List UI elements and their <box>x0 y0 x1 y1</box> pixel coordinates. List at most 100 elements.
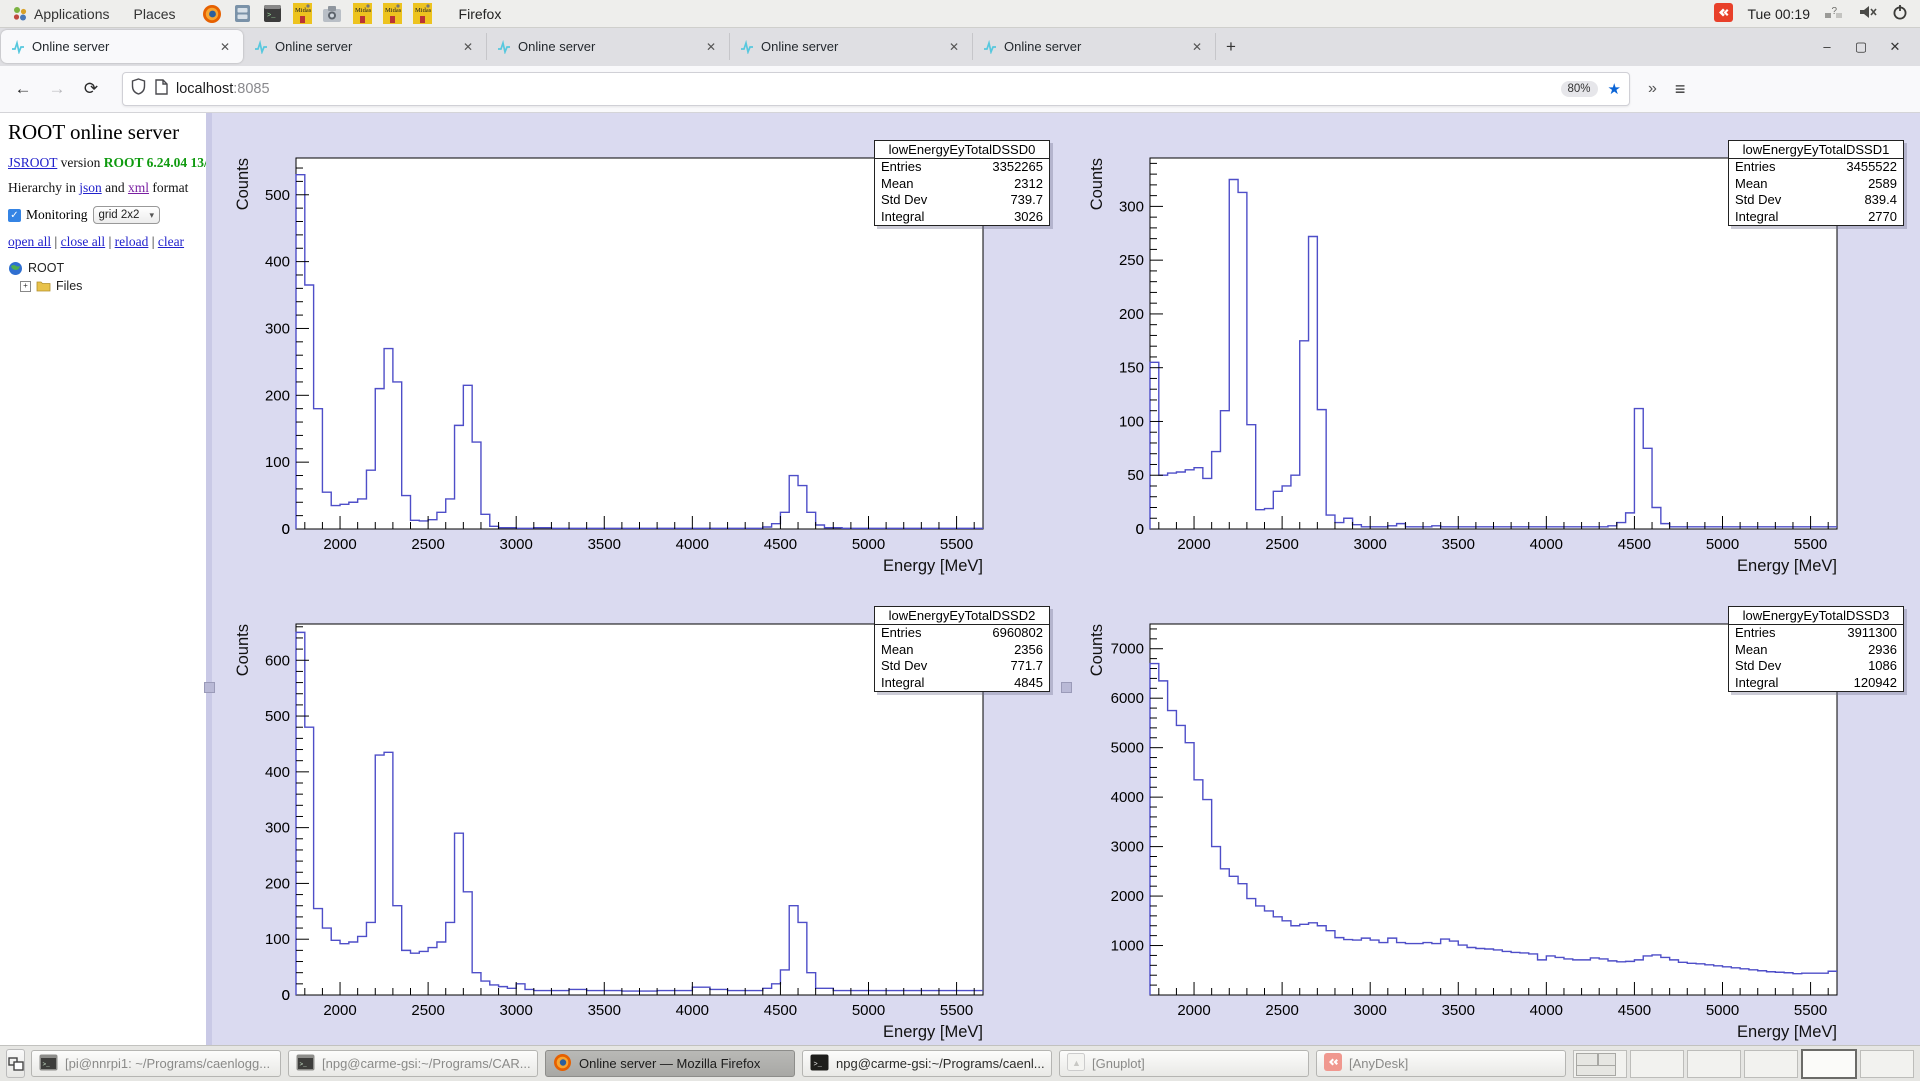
taskbar-button[interactable]: ▲[Gnuplot] <box>1059 1050 1309 1077</box>
jsroot-link[interactable]: JSROOT <box>8 155 57 170</box>
tree-link-close-all[interactable]: close all <box>61 234 106 249</box>
json-link[interactable]: json <box>79 180 102 195</box>
workspace-cell[interactable] <box>1573 1050 1627 1078</box>
svg-text:4000: 4000 <box>1111 789 1144 806</box>
taskbar-button[interactable]: >_npg@carme-gsi:~/Programs/caenl... <box>802 1050 1052 1077</box>
browser-tab[interactable]: Online server ✕ <box>730 33 973 60</box>
tree-link-open-all[interactable]: open all <box>8 234 51 249</box>
folder-icon <box>36 280 51 292</box>
svg-text:500: 500 <box>265 187 290 204</box>
xml-link[interactable]: xml <box>128 180 149 195</box>
stats-row: Std Dev739.7 <box>875 192 1049 209</box>
window-controls: – ▢ ✕ <box>1810 27 1920 66</box>
stats-title: lowEnergyEyTotalDSSD2 <box>875 607 1049 625</box>
applications-menu[interactable]: Applications <box>0 0 122 27</box>
window-list-button[interactable] <box>6 1049 25 1078</box>
stats-row: Mean2936 <box>1729 642 1903 659</box>
grid-layout-select[interactable]: grid 2x2 ▾ <box>93 206 160 224</box>
svg-text:4500: 4500 <box>764 1002 797 1019</box>
taskbar-button[interactable]: [AnyDesk] <box>1316 1050 1566 1077</box>
maximize-button[interactable]: ▢ <box>1844 39 1878 55</box>
tree-item-files[interactable]: + Files <box>18 277 198 295</box>
back-button[interactable]: ← <box>6 79 40 99</box>
overflow-chevron-icon[interactable]: » <box>1648 80 1657 98</box>
tree-action-links: open all | close all | reload | clear <box>8 234 198 250</box>
clock[interactable]: Tue 00:19 <box>1747 6 1810 22</box>
zoom-level-badge[interactable]: 80% <box>1561 81 1598 97</box>
bookmark-star-icon[interactable]: ★ <box>1608 80 1621 98</box>
midas-launcher-icon[interactable]: Midas <box>352 3 373 24</box>
svg-text:50: 50 <box>1127 467 1144 484</box>
svg-text:1000: 1000 <box>1111 938 1144 955</box>
midas-launcher-icon[interactable]: Midas <box>412 3 433 24</box>
forward-button[interactable]: → <box>40 79 74 99</box>
stats-box-lowEnergyEyTotalDSSD2[interactable]: lowEnergyEyTotalDSSD2Entries6960802Mean2… <box>874 606 1050 692</box>
shield-icon[interactable] <box>131 78 146 100</box>
page-info-icon[interactable] <box>155 79 168 100</box>
browser-tab[interactable]: Online server✕ <box>973 33 1216 60</box>
svg-text:Midas: Midas <box>355 7 372 14</box>
url-bar[interactable]: localhost:8085 80% ★ <box>122 72 1630 106</box>
minimize-button[interactable]: – <box>1810 39 1844 54</box>
workspace-cell[interactable] <box>1744 1050 1798 1078</box>
midas-launcher-icon[interactable]: Midas <box>382 3 403 24</box>
tab-close-icon[interactable]: ✕ <box>458 38 478 56</box>
taskbar-button[interactable]: Online server — Mozilla Firefox <box>545 1050 795 1077</box>
stats-box-lowEnergyEyTotalDSSD1[interactable]: lowEnergyEyTotalDSSD1Entries3455522Mean2… <box>1728 140 1904 226</box>
tab-close-icon[interactable]: ✕ <box>215 38 235 56</box>
browser-tab[interactable]: Online server✕ <box>1 30 243 63</box>
svg-text:2500: 2500 <box>1265 1002 1298 1019</box>
network-status-icon[interactable]: ? <box>1824 4 1844 23</box>
svg-text:400: 400 <box>265 764 290 781</box>
svg-text:5000: 5000 <box>1111 740 1144 757</box>
firefox-launcher-icon[interactable] <box>202 3 223 24</box>
svg-text:0: 0 <box>282 521 290 538</box>
files-launcher-icon[interactable] <box>232 3 253 24</box>
browser-tab[interactable]: Online server✕ <box>244 33 487 60</box>
tree-item-root[interactable]: ROOT <box>8 259 198 277</box>
stats-box-lowEnergyEyTotalDSSD0[interactable]: lowEnergyEyTotalDSSD0Entries3352265Mean2… <box>874 140 1050 226</box>
terminal-launcher-icon[interactable]: >_ <box>262 3 283 24</box>
browser-tab[interactable]: Online server✕ <box>487 33 730 60</box>
reload-button[interactable]: ⟳ <box>74 79 108 99</box>
workspace-cell[interactable] <box>1687 1050 1741 1078</box>
url-host: localhost <box>176 81 233 97</box>
tree-link-reload[interactable]: reload <box>115 234 149 249</box>
anydesk-tray-icon[interactable] <box>1714 3 1733 25</box>
tab-close-icon[interactable]: ✕ <box>1187 38 1207 56</box>
midas-launcher-icon[interactable]: Midas <box>292 3 313 24</box>
power-icon[interactable] <box>1892 4 1908 23</box>
screenshot-launcher-icon[interactable] <box>322 3 343 24</box>
places-menu[interactable]: Places <box>122 0 188 27</box>
anydesk-icon <box>1324 1053 1342 1074</box>
hierarchy-line: Hierarchy in json and xml format <box>8 180 198 196</box>
svg-text:3500: 3500 <box>588 1002 621 1019</box>
taskbar-button[interactable]: >_[pi@nnrpi1: ~/Programs/caenlogg... <box>31 1050 281 1077</box>
svg-text:3000: 3000 <box>1354 536 1387 553</box>
svg-text:4500: 4500 <box>1618 536 1651 553</box>
new-tab-button[interactable]: + <box>1216 27 1246 66</box>
taskbar-button-label: [Gnuplot] <box>1092 1056 1145 1071</box>
active-app-label[interactable]: Firefox <box>459 6 502 22</box>
stats-title: lowEnergyEyTotalDSSD0 <box>875 141 1049 159</box>
monitoring-checkbox[interactable]: ✓ <box>8 209 21 222</box>
stats-row: Entries3911300 <box>1729 625 1903 642</box>
taskbar-button[interactable]: >_[npg@carme-gsi:~/Programs/CAR... <box>288 1050 538 1077</box>
workspace-cell[interactable] <box>1801 1049 1857 1079</box>
page-title: ROOT online server <box>8 120 198 145</box>
volume-muted-icon[interactable] <box>1858 4 1878 23</box>
svg-text:7000: 7000 <box>1111 641 1144 658</box>
workspace-cell[interactable] <box>1860 1050 1914 1078</box>
svg-text:0: 0 <box>1136 521 1144 538</box>
workspace-pager <box>1573 1049 1920 1079</box>
tab-close-icon[interactable]: ✕ <box>701 38 721 56</box>
stats-box-lowEnergyEyTotalDSSD3[interactable]: lowEnergyEyTotalDSSD3Entries3911300Mean2… <box>1728 606 1904 692</box>
stats-title: lowEnergyEyTotalDSSD1 <box>1729 141 1903 159</box>
tree-link-clear[interactable]: clear <box>158 234 184 249</box>
tab-close-icon[interactable]: ✕ <box>944 38 964 56</box>
workspace-cell[interactable] <box>1630 1050 1684 1078</box>
close-button[interactable]: ✕ <box>1878 39 1912 55</box>
expand-icon[interactable]: + <box>20 281 31 292</box>
tab-title: Online server <box>761 39 937 54</box>
menu-icon[interactable]: ≡ <box>1675 79 1686 100</box>
